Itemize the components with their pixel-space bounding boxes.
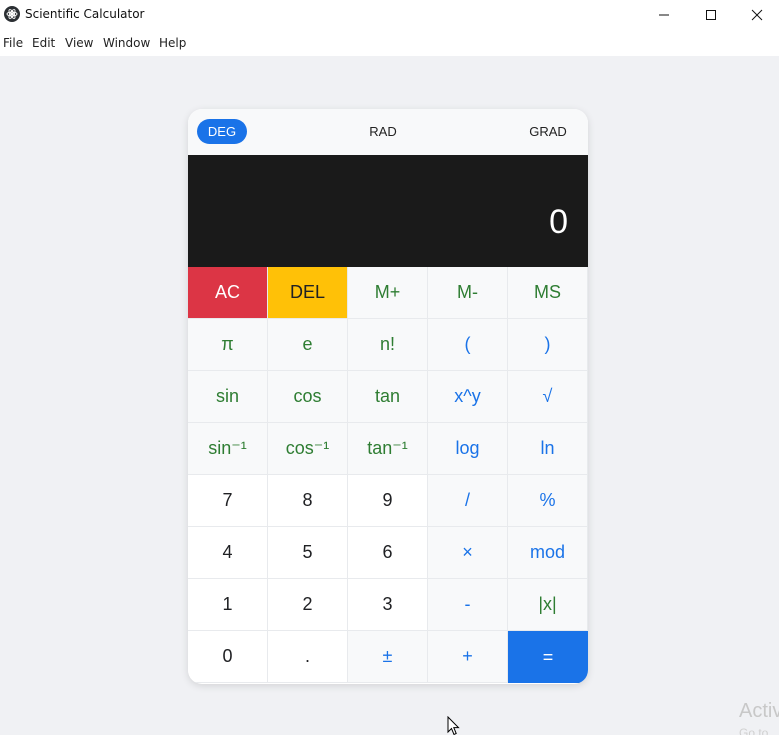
title-bar: Scientific Calculator	[0, 0, 779, 30]
right-paren-button[interactable]: )	[508, 319, 588, 371]
app-icon	[4, 6, 20, 22]
digit-1-button[interactable]: 1	[188, 579, 268, 631]
factorial-button[interactable]: n!	[348, 319, 428, 371]
close-icon	[751, 9, 763, 21]
minimize-button[interactable]	[641, 0, 687, 30]
menu-view[interactable]: View	[65, 36, 93, 50]
log-button[interactable]: log	[428, 423, 508, 475]
sin-button[interactable]: sin	[188, 371, 268, 423]
digit-6-button[interactable]: 6	[348, 527, 428, 579]
menu-bar: File Edit View Window Help	[0, 30, 779, 56]
divide-button[interactable]: /	[428, 475, 508, 527]
digit-3-button[interactable]: 3	[348, 579, 428, 631]
angle-mode-bar: DEG RAD GRAD	[188, 109, 588, 155]
memory-add-button[interactable]: M+	[348, 267, 428, 319]
maximize-icon	[706, 10, 716, 20]
cos-button[interactable]: cos	[268, 371, 348, 423]
power-button[interactable]: x^y	[428, 371, 508, 423]
clear-button[interactable]: AC	[188, 267, 268, 319]
equals-button[interactable]: =	[508, 631, 588, 683]
acos-button[interactable]: cos⁻¹	[268, 423, 348, 475]
mod-button[interactable]: mod	[508, 527, 588, 579]
display-value: 0	[549, 203, 568, 241]
minimize-icon	[659, 14, 669, 16]
digit-9-button[interactable]: 9	[348, 475, 428, 527]
atan-button[interactable]: tan⁻¹	[348, 423, 428, 475]
menu-help[interactable]: Help	[159, 36, 186, 50]
multiply-button[interactable]: ×	[428, 527, 508, 579]
calculator-display: 0	[188, 155, 588, 267]
digit-7-button[interactable]: 7	[188, 475, 268, 527]
digit-5-button[interactable]: 5	[268, 527, 348, 579]
digit-2-button[interactable]: 2	[268, 579, 348, 631]
keypad: AC DEL M+ M- MS π e n! ( ) sin cos tan x…	[188, 267, 588, 684]
window-title: Scientific Calculator	[25, 7, 145, 21]
activation-watermark-sub: Go to	[739, 726, 769, 735]
mode-deg-button[interactable]: DEG	[197, 119, 247, 144]
negate-button[interactable]: ±	[348, 631, 428, 683]
decimal-button[interactable]: .	[268, 631, 348, 683]
digit-8-button[interactable]: 8	[268, 475, 348, 527]
sqrt-button[interactable]: √	[508, 371, 588, 423]
euler-button[interactable]: e	[268, 319, 348, 371]
add-button[interactable]: +	[428, 631, 508, 683]
tan-button[interactable]: tan	[348, 371, 428, 423]
absolute-button[interactable]: |x|	[508, 579, 588, 631]
memory-subtract-button[interactable]: M-	[428, 267, 508, 319]
maximize-button[interactable]	[688, 0, 734, 30]
percent-button[interactable]: %	[508, 475, 588, 527]
menu-window[interactable]: Window	[103, 36, 150, 50]
menu-file[interactable]: File	[3, 36, 23, 50]
digit-0-button[interactable]: 0	[188, 631, 268, 683]
subtract-button[interactable]: -	[428, 579, 508, 631]
calculator-panel: DEG RAD GRAD 0 AC DEL M+ M- MS π e n! ( …	[188, 109, 588, 684]
close-button[interactable]	[734, 0, 779, 30]
ln-button[interactable]: ln	[508, 423, 588, 475]
digit-4-button[interactable]: 4	[188, 527, 268, 579]
asin-button[interactable]: sin⁻¹	[188, 423, 268, 475]
menu-edit[interactable]: Edit	[32, 36, 55, 50]
left-paren-button[interactable]: (	[428, 319, 508, 371]
pi-button[interactable]: π	[188, 319, 268, 371]
mode-grad-button[interactable]: GRAD	[525, 119, 571, 144]
delete-button[interactable]: DEL	[268, 267, 348, 319]
mode-rad-button[interactable]: RAD	[363, 119, 403, 144]
mouse-pointer-icon	[447, 716, 460, 735]
activation-watermark: Activ	[739, 700, 779, 722]
memory-store-button[interactable]: MS	[508, 267, 588, 319]
